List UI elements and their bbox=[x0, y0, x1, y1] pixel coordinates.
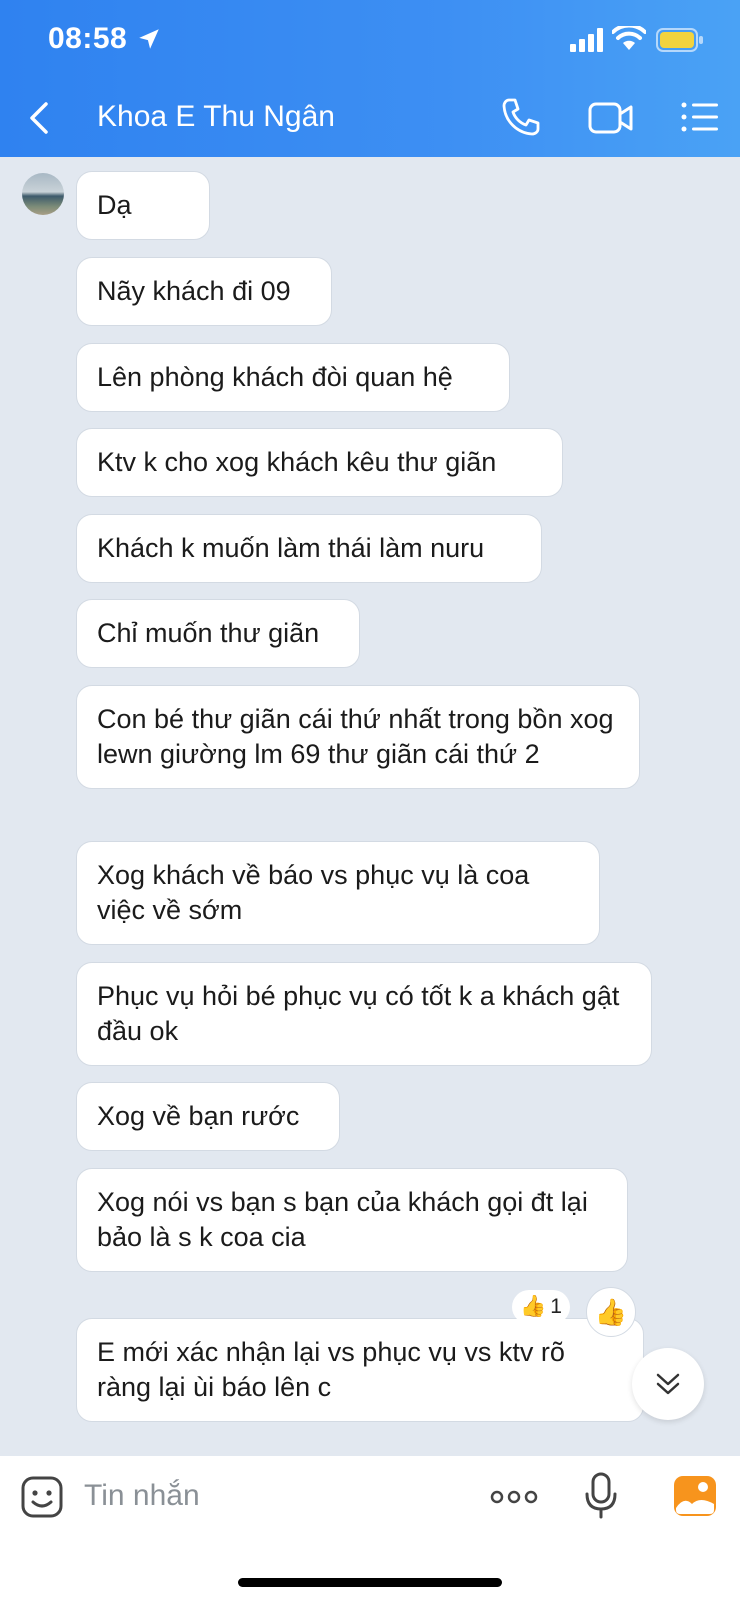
thumbs-up-icon: 👍 bbox=[594, 1296, 628, 1327]
image-gallery-icon[interactable] bbox=[672, 1474, 718, 1518]
message-list[interactable]: Dạ Nãy khách đi 09 Lên phòng khách đòi q… bbox=[0, 157, 740, 1456]
message-input[interactable] bbox=[84, 1468, 464, 1524]
message-bubble[interactable]: Chỉ muốn thư giãn bbox=[76, 599, 360, 668]
contact-avatar[interactable] bbox=[22, 173, 64, 215]
reaction-summary[interactable]: 👍 1 bbox=[512, 1290, 570, 1324]
message-bubble[interactable]: Lên phòng khách đòi quan hệ bbox=[76, 343, 510, 412]
message-bubble[interactable]: Xog khách về báo vs phục vụ là coa việc … bbox=[76, 841, 600, 945]
message-bubble[interactable]: Xog nói vs bạn s bạn của khách gọi đt lạ… bbox=[76, 1168, 628, 1272]
battery-icon bbox=[656, 28, 703, 52]
contact-name[interactable]: Khoa E Thu Ngân bbox=[97, 100, 335, 134]
location-arrow-icon bbox=[139, 29, 159, 49]
sticker-icon[interactable] bbox=[20, 1475, 64, 1519]
message-bubble[interactable]: Con bé thư giãn cái thứ nhất trong bồn x… bbox=[76, 685, 640, 789]
cellular-signal-icon bbox=[570, 28, 603, 52]
message-bubble[interactable]: Nãy khách đi 09 bbox=[76, 257, 332, 326]
scroll-to-bottom-button[interactable] bbox=[632, 1348, 704, 1420]
message-bubble[interactable]: Khách k muốn làm thái làm nuru bbox=[76, 514, 542, 583]
double-chevron-down-icon bbox=[656, 1373, 680, 1395]
message-bubble[interactable]: Xog về bạn rước bbox=[76, 1082, 340, 1151]
message-bubble[interactable]: E mới xác nhận lại vs phục vụ vs ktv rõ … bbox=[76, 1318, 644, 1422]
react-button[interactable]: 👍 bbox=[586, 1287, 636, 1337]
message-bubble[interactable]: Ktv k cho xog khách kêu thư giãn bbox=[76, 428, 563, 497]
menu-list-icon[interactable] bbox=[680, 100, 720, 134]
message-bubble[interactable]: Dạ bbox=[76, 171, 210, 240]
phone-call-icon[interactable] bbox=[500, 96, 542, 138]
wifi-icon bbox=[612, 26, 646, 50]
more-options-icon[interactable] bbox=[490, 1488, 538, 1506]
chat-header: 08:58 Khoa E Thu Ngân bbox=[0, 0, 740, 157]
microphone-icon[interactable] bbox=[584, 1472, 618, 1520]
reaction-count: 1 bbox=[550, 1295, 562, 1318]
message-composer bbox=[0, 1456, 740, 1600]
back-arrow-icon[interactable] bbox=[22, 98, 58, 138]
home-indicator bbox=[238, 1578, 502, 1587]
thumbs-up-icon: 👍 bbox=[520, 1295, 547, 1318]
video-call-icon[interactable] bbox=[588, 100, 634, 136]
message-bubble[interactable]: Phục vụ hỏi bé phục vụ có tốt k a khách … bbox=[76, 962, 652, 1066]
status-time: 08:58 bbox=[48, 22, 128, 55]
